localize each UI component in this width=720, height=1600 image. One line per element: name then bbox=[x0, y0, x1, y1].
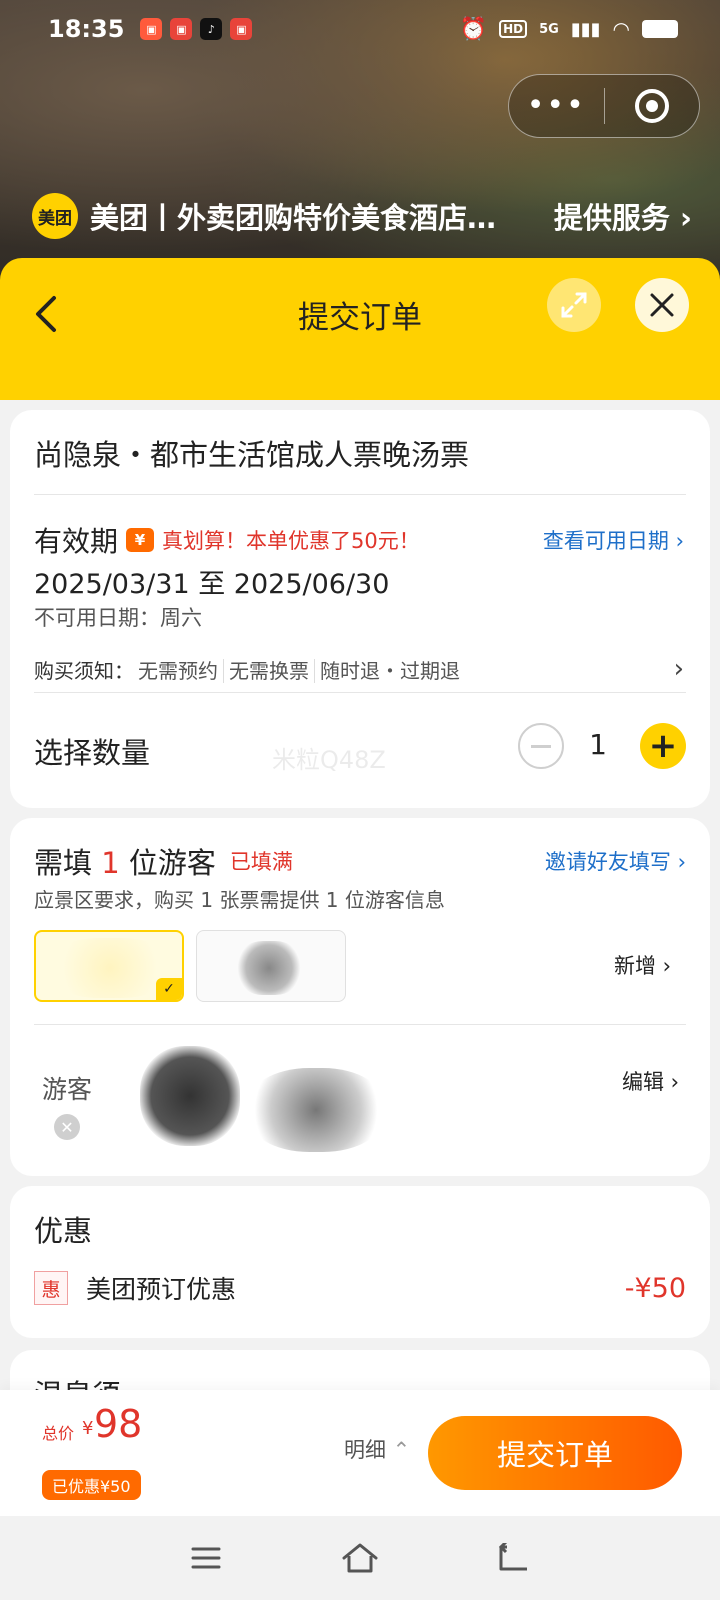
validity-row: 有效期 ¥ 真划算！本单优惠了50元！ 查看可用日期 › bbox=[34, 520, 684, 560]
quantity-label: 选择数量 bbox=[34, 736, 151, 770]
chevron-right-icon: › bbox=[669, 201, 692, 235]
app-icon: ▣ bbox=[140, 18, 163, 40]
meituan-logo: 美团 bbox=[32, 193, 78, 239]
yen-badge-icon: ¥ bbox=[126, 528, 155, 552]
product-title: 尚隐泉・都市生活馆成人票晚汤票 bbox=[34, 438, 470, 472]
status-indicators: ⏰ HD 5G ▮▮▮ ◠ bbox=[460, 17, 678, 42]
close-miniprogram-icon[interactable] bbox=[605, 89, 700, 123]
chevron-right-icon: › bbox=[673, 654, 684, 684]
menu-icon[interactable] bbox=[184, 1536, 228, 1580]
submit-order-button[interactable]: 提交订单 bbox=[428, 1416, 682, 1490]
filled-status: 已填满 bbox=[229, 850, 293, 874]
service-provider-bar[interactable]: 美团 美团丨外卖团购特价美食酒店… 提供服务 › bbox=[32, 192, 692, 240]
divider bbox=[34, 494, 686, 495]
redacted-name bbox=[50, 938, 170, 998]
validity-label: 有效期 bbox=[34, 525, 119, 558]
price-detail-toggle[interactable]: 明细 ⌃ bbox=[344, 1434, 410, 1464]
unavailable-dates: 不可用日期：周六 bbox=[34, 606, 202, 630]
expand-icon[interactable] bbox=[547, 278, 601, 332]
home-icon[interactable] bbox=[338, 1536, 382, 1580]
discount-title: 优惠 bbox=[34, 1214, 93, 1248]
remove-guest-icon[interactable]: ✕ bbox=[54, 1114, 80, 1140]
status-bar: 18:35 ▣ ▣ ♪ ▣ ⏰ HD 5G ▮▮▮ ◠ bbox=[0, 0, 720, 58]
guest-card: 需填 1 位游客 已填满 邀请好友填写 › 应景区要求，购买 1 张票需提供 1… bbox=[10, 818, 710, 1176]
guest-row-label: 游客 bbox=[42, 1075, 93, 1104]
status-time: 18:35 bbox=[48, 15, 125, 43]
divider bbox=[34, 1024, 686, 1025]
miniprogram-capsule: ••• bbox=[508, 74, 700, 138]
invite-label: 邀请好友填写 bbox=[544, 850, 671, 874]
battery-icon bbox=[642, 20, 678, 38]
redacted-name bbox=[237, 941, 301, 995]
product-card: 尚隐泉・都市生活馆成人票晚汤票 有效期 ¥ 真划算！本单优惠了50元！ 查看可用… bbox=[10, 410, 710, 808]
page-title: 提交订单 bbox=[298, 300, 422, 336]
discount-row: 惠 美团预订优惠 -¥50 bbox=[34, 1270, 686, 1306]
provider-name: 美团丨外卖团购特价美食酒店… bbox=[90, 201, 497, 235]
add-guest-button[interactable]: 新增 › bbox=[614, 950, 671, 980]
saved-badge: 已优惠¥50 bbox=[42, 1470, 141, 1500]
edit-label: 编辑 bbox=[622, 1070, 664, 1094]
purchase-notice[interactable]: 购买须知： 无需预约 无需换票 随时退・过期退 › bbox=[34, 654, 684, 684]
hd-badge: HD bbox=[499, 20, 528, 38]
back-nav-icon[interactable] bbox=[492, 1536, 536, 1580]
app-icon: ▣ bbox=[170, 18, 193, 40]
chevron-right-icon: › bbox=[668, 529, 684, 553]
status-app-icons: ▣ ▣ ♪ ▣ bbox=[140, 18, 253, 40]
chevron-right-icon: › bbox=[656, 954, 672, 978]
discount-tag-icon: 惠 bbox=[34, 1271, 68, 1305]
redacted-guest-info bbox=[246, 1068, 386, 1152]
total-price: 98 bbox=[94, 1402, 143, 1446]
view-dates-label: 查看可用日期 bbox=[542, 529, 669, 553]
edit-guest-button[interactable]: 编辑 › bbox=[622, 1066, 679, 1096]
app-icon: ▣ bbox=[230, 18, 253, 40]
divider bbox=[34, 692, 686, 693]
notice-tag: 无需预约 bbox=[138, 658, 218, 683]
provider-service-label: 提供服务 bbox=[553, 201, 670, 235]
invite-friend-link[interactable]: 邀请好友填写 › bbox=[545, 846, 686, 876]
tiktok-icon: ♪ bbox=[200, 18, 223, 40]
notice-label: 购买须知： bbox=[34, 658, 134, 683]
close-icon[interactable] bbox=[635, 278, 689, 332]
discount-amount: -¥50 bbox=[624, 1272, 686, 1304]
chevron-right-icon: › bbox=[664, 1070, 680, 1094]
guest-title-pre: 需填 bbox=[34, 846, 102, 880]
discount-card: 优惠 惠 美团预订优惠 -¥50 bbox=[10, 1186, 710, 1338]
decrease-quantity-button[interactable] bbox=[518, 723, 564, 769]
provider-service-link[interactable]: 提供服务 › bbox=[554, 195, 692, 237]
guest-title: 需填 1 位游客 bbox=[34, 840, 216, 882]
guest-header: 需填 1 位游客 已填满 邀请好友填写 › bbox=[34, 840, 686, 882]
detail-label: 明细 bbox=[344, 1438, 386, 1462]
redacted-guest-info bbox=[140, 1046, 240, 1146]
notice-tag: 无需换票 bbox=[223, 658, 314, 683]
guest-requirement: 应景区要求，购买 1 张票需提供 1 位游客信息 bbox=[34, 888, 445, 912]
plus-icon: + bbox=[648, 726, 678, 766]
chevron-up-icon: ⌃ bbox=[386, 1438, 411, 1462]
guest-chip-selected[interactable]: ✓ bbox=[34, 930, 184, 1002]
chevron-right-icon: › bbox=[670, 850, 686, 874]
watermark: 米粒Q48Z bbox=[272, 746, 386, 774]
wifi-icon: ◠ bbox=[612, 17, 630, 41]
network-label: 5G bbox=[539, 21, 559, 37]
currency-symbol: ¥ bbox=[82, 1418, 94, 1439]
check-icon: ✓ bbox=[156, 978, 182, 1000]
more-icon[interactable]: ••• bbox=[509, 91, 604, 121]
validity-dates: 2025/03/31 至 2025/06/30 bbox=[34, 569, 390, 600]
notice-tags: 无需预约 无需换票 随时退・过期退 bbox=[138, 655, 465, 684]
checkout-bar: 总价 ¥ 98 已优惠¥50 明细 ⌃ 提交订单 bbox=[0, 1390, 720, 1516]
signal-icon: ▮▮▮ bbox=[570, 18, 601, 40]
minus-icon bbox=[531, 744, 551, 748]
increase-quantity-button[interactable]: + bbox=[640, 723, 686, 769]
guest-count: 1 bbox=[101, 846, 120, 880]
add-guest-label: 新增 bbox=[614, 954, 656, 978]
promo-text: 真划算！本单优惠了50元！ bbox=[162, 529, 420, 553]
guest-chip[interactable] bbox=[196, 930, 346, 1002]
discount-name: 美团预订优惠 bbox=[86, 1275, 237, 1304]
view-dates-link[interactable]: 查看可用日期 › bbox=[543, 525, 684, 555]
notice-tag: 随时退・过期退 bbox=[314, 658, 465, 683]
total-label: 总价 bbox=[42, 1424, 75, 1443]
alarm-icon: ⏰ bbox=[459, 16, 488, 42]
quantity-value: 1 bbox=[589, 728, 607, 761]
system-navigation-bar bbox=[0, 1516, 720, 1600]
guest-title-post: 位游客 bbox=[119, 846, 216, 880]
